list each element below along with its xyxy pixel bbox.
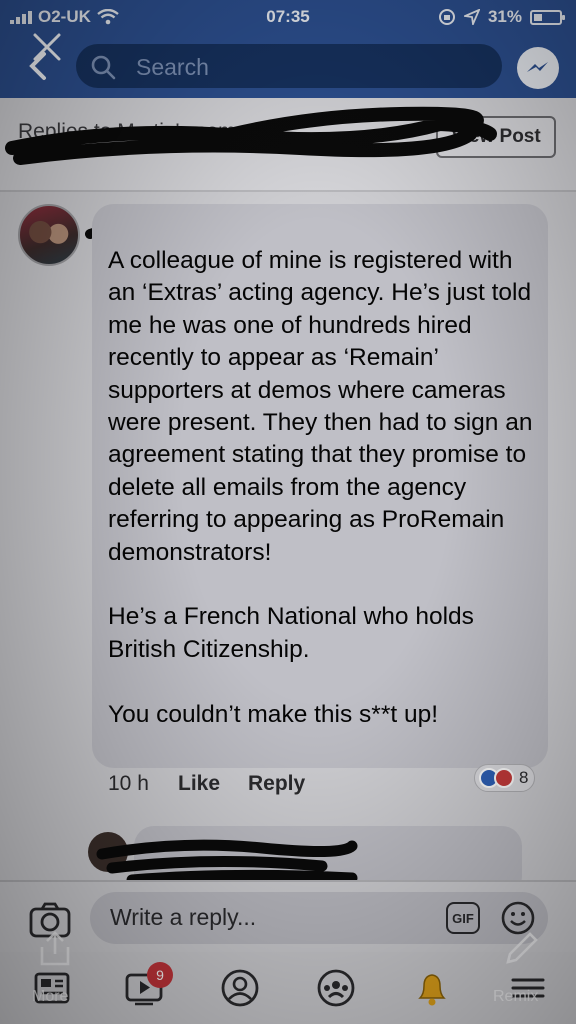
commenter-avatar[interactable] [18, 204, 80, 266]
reply-avatar[interactable] [88, 832, 128, 872]
tab-bar [0, 952, 576, 1024]
reply-placeholder: Write a reply... [110, 904, 257, 930]
battery-percent: 31% [487, 7, 522, 26]
reactions-summary[interactable]: 8 [474, 764, 536, 792]
comment-paragraph-2: He’s a French National who holds British… [108, 603, 474, 663]
search-placeholder: Search [136, 54, 209, 80]
screen: O2-UK 07:35 31% Search Replies to Martin… [0, 0, 576, 1024]
view-post-button[interactable]: View Post [436, 116, 556, 158]
lock-rotation-icon [438, 9, 455, 25]
love-reaction-icon [494, 768, 514, 788]
close-icon[interactable] [30, 30, 64, 64]
comment-text: A colleague of mine is registered with a… [108, 245, 538, 731]
replies-title: Replies to Martin's comment [18, 120, 283, 143]
location-icon [463, 9, 480, 25]
like-button[interactable]: Like [178, 772, 220, 796]
search-icon [91, 55, 116, 80]
messenger-icon[interactable] [517, 47, 559, 89]
search-input[interactable]: Search [76, 44, 502, 88]
gif-button[interactable]: GIF [446, 902, 480, 934]
notifications-bell-icon[interactable] [410, 966, 454, 1010]
reaction-count: 8 [519, 768, 529, 787]
reply-button[interactable]: Reply [248, 772, 305, 796]
app-bar: O2-UK 07:35 31% Search [0, 0, 576, 98]
edit-pencil-overlay-icon[interactable] [500, 928, 542, 970]
groups-icon[interactable] [314, 966, 358, 1010]
comment-paragraph-1: A colleague of mine is registered with a… [108, 247, 533, 566]
more-overlay-label[interactable]: More [32, 988, 68, 1006]
status-right: 31% [438, 7, 565, 27]
comment-paragraph-3: You couldn’t make this s**t up! [108, 700, 439, 728]
comment-timestamp: 10 h [108, 772, 149, 795]
battery-icon [530, 9, 565, 25]
remix-overlay-label[interactable]: Remix [493, 988, 538, 1006]
profile-icon[interactable] [218, 966, 262, 1010]
notifications-badge: 9 [147, 962, 173, 988]
share-overlay-icon[interactable] [38, 930, 72, 968]
status-bar: O2-UK 07:35 31% [0, 0, 576, 34]
